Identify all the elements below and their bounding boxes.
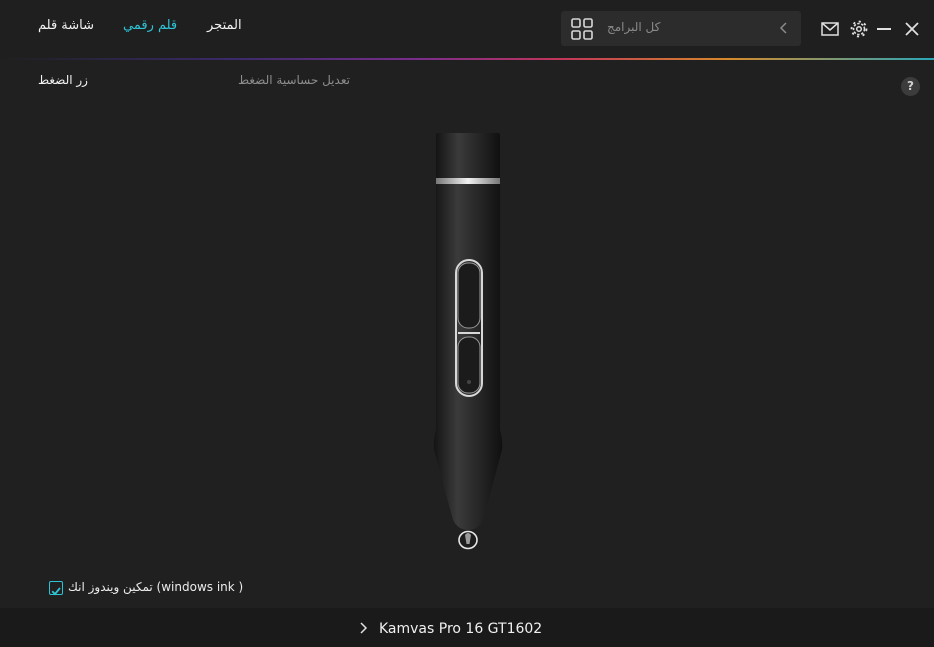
app-grid-icon[interactable] [571, 18, 593, 40]
device-bar[interactable]: Kamvas Pro 16 GT1602 [0, 608, 934, 647]
windows-ink-label: تمكين ويندوز انك (windows ink ) [68, 580, 244, 594]
tab-store[interactable]: المتجر [207, 18, 242, 33]
chevron-right-icon[interactable] [358, 621, 370, 635]
help-icon[interactable]: ? [901, 77, 920, 96]
windows-ink-checkbox[interactable] [49, 581, 63, 596]
tab-pen-tablet[interactable]: قلم رقمي [123, 18, 177, 33]
tab-press-button[interactable]: زر الضغط [38, 73, 88, 87]
accent-divider [0, 58, 934, 60]
chevron-left-icon[interactable] [777, 19, 791, 37]
tab-pressure-sensitivity[interactable]: تعديل حساسية الضغط [238, 73, 350, 87]
apps-search-box[interactable]: كل البرامج [561, 11, 801, 46]
top-bar: شاشة قلم قلم رقمي المتجر كل البرامج [0, 0, 934, 58]
minimize-icon[interactable] [874, 19, 894, 39]
mail-icon[interactable] [820, 19, 840, 39]
tab-pen-display[interactable]: شاشة قلم [38, 18, 94, 33]
search-input[interactable]: كل البرامج [607, 20, 660, 34]
check-icon [51, 587, 61, 596]
close-icon[interactable] [902, 19, 922, 39]
pen-illustration [433, 133, 503, 550]
device-name[interactable]: Kamvas Pro 16 GT1602 [379, 621, 542, 637]
gear-icon[interactable] [849, 19, 869, 39]
